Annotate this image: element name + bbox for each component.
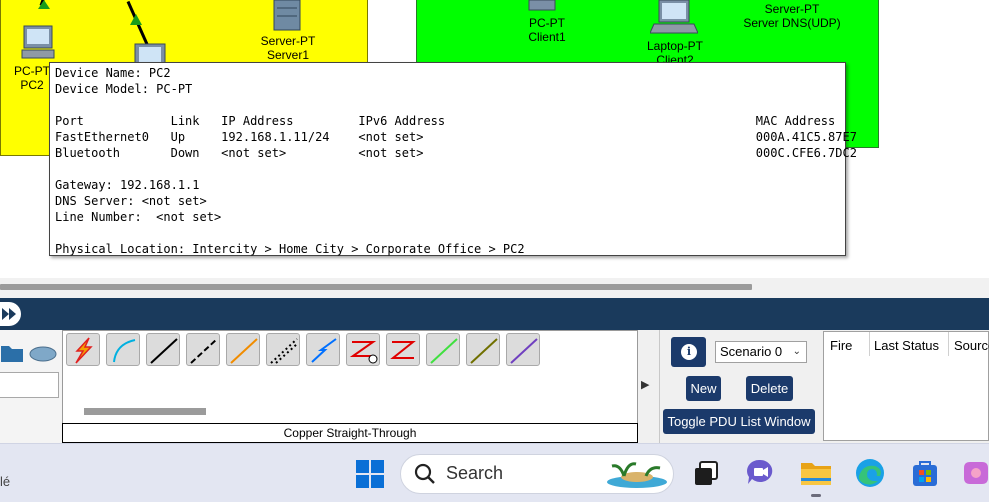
selected-cable-name: Copper Straight-Through [62,423,638,443]
pdu-list-table: Fire Last Status Source [823,331,989,441]
fiber-icon [230,338,258,364]
tooltip-port-row: Bluetooth Down <not set> <not set> 000C.… [55,146,857,160]
expand-panel-arrow-icon[interactable]: ▶ [641,378,653,392]
microsoft-store-icon[interactable] [908,456,942,490]
realtime-fast-forward-button[interactable] [0,302,21,326]
device-label-server-dns: Server-PT Server DNS(UDP) [743,2,841,30]
search-placeholder: Search [446,463,504,483]
pc-device-icon[interactable] [527,0,557,12]
cable-automatic-button[interactable] [66,333,100,366]
cable-phone-button[interactable] [266,333,300,366]
usb-cable-icon [510,338,538,364]
pdu-column-header[interactable]: Fire [830,338,852,353]
scrollbar-thumb[interactable] [0,284,752,290]
new-scenario-button[interactable]: New [686,376,721,401]
cable-serial-dte-button[interactable] [386,333,420,366]
task-view-icon[interactable] [690,456,724,490]
file-explorer-icon[interactable] [799,456,833,490]
panel-divider [659,330,660,443]
tooltip-device-name: Device Name: PC2 [55,66,171,80]
coaxial-cable-icon [311,338,337,363]
serial-dce-icon [349,341,378,364]
search-highlight-icon [607,462,667,488]
copper-straight-through-icon [150,338,178,364]
server-device-icon[interactable] [272,0,302,32]
active-app-indicator [811,494,821,497]
cable-fiber-button[interactable] [226,333,260,366]
phone-cable-icon [270,338,298,364]
device-label-client1: PC-PT Client1 [528,16,566,44]
cable-console-button[interactable] [106,333,140,366]
console-cable-icon [113,339,136,363]
cable-coaxial-button[interactable] [306,333,340,366]
octal-cable-icon [430,338,458,364]
delete-scenario-button[interactable]: Delete [746,376,793,401]
folder-icon[interactable] [0,342,24,364]
cable-cross-over-button[interactable] [186,333,220,366]
copilot-icon[interactable] [962,456,989,490]
tooltip-line-number: Line Number: <not set> [55,210,222,224]
column-divider [948,332,949,356]
device-label-server1: Server-PT Server1 [260,34,316,62]
cable-iot-custom-button[interactable] [466,333,500,366]
tooltip-device-model: Device Model: PC-PT [55,82,193,96]
windows-start-icon[interactable] [353,457,387,491]
cable-panel-scrollbar[interactable] [84,408,206,415]
device-search-box[interactable] [0,372,59,398]
laptop-device-icon[interactable] [650,0,698,38]
pdu-column-header[interactable]: Source [954,338,989,353]
scenario-select[interactable]: Scenario 0 ⌄ [715,341,807,363]
fast-forward-icon [2,308,16,320]
automatic-connection-icon [75,337,93,364]
tooltip-port-table-header: Port Link IP Address IPv6 Address MAC Ad… [55,114,836,128]
column-divider [869,332,870,356]
cloud-network-icon[interactable] [28,344,58,364]
cable-octal-button[interactable] [426,333,460,366]
tooltip-physical-location: Physical Location: Intercity > Home City… [55,242,525,256]
link-up-triangle-icon [38,0,50,9]
chevron-down-icon: ⌄ [792,346,801,357]
pc-device-icon[interactable] [20,24,58,62]
scenario-info-button[interactable]: i [671,337,706,367]
search-icon [414,463,435,484]
pc-device-icon[interactable] [133,42,169,64]
device-info-tooltip: Device Name: PC2 Device Model: PC-PT Por… [49,62,857,256]
pdu-column-header[interactable]: Last Status [874,338,939,353]
tooltip-port-row: FastEthernet0 Up 192.168.1.11/24 <not se… [55,130,857,144]
teams-chat-icon[interactable] [743,456,777,490]
scenario-select-value: Scenario 0 [720,344,783,359]
iot-custom-cable-icon [470,338,498,364]
serial-dte-icon [390,341,416,359]
cable-usb-button[interactable] [506,333,540,366]
taskbar-widget-text[interactable]: lé [0,474,10,489]
copper-cross-over-icon [190,338,218,364]
bottom-toolbar-bar [0,298,989,330]
edge-browser-icon[interactable] [853,456,887,490]
cable-serial-dce-button[interactable] [346,333,380,366]
device-label-pc2: PC-PT PC2 [14,64,50,92]
cable-straight-through-button[interactable] [146,333,180,366]
toggle-pdu-list-button[interactable]: Toggle PDU List Window [663,409,815,434]
info-icon: i [681,344,697,360]
tooltip-dns-server: DNS Server: <not set> [55,194,207,208]
link-up-triangle-icon [130,14,142,25]
tooltip-gateway: Gateway: 192.168.1.1 [55,178,200,192]
